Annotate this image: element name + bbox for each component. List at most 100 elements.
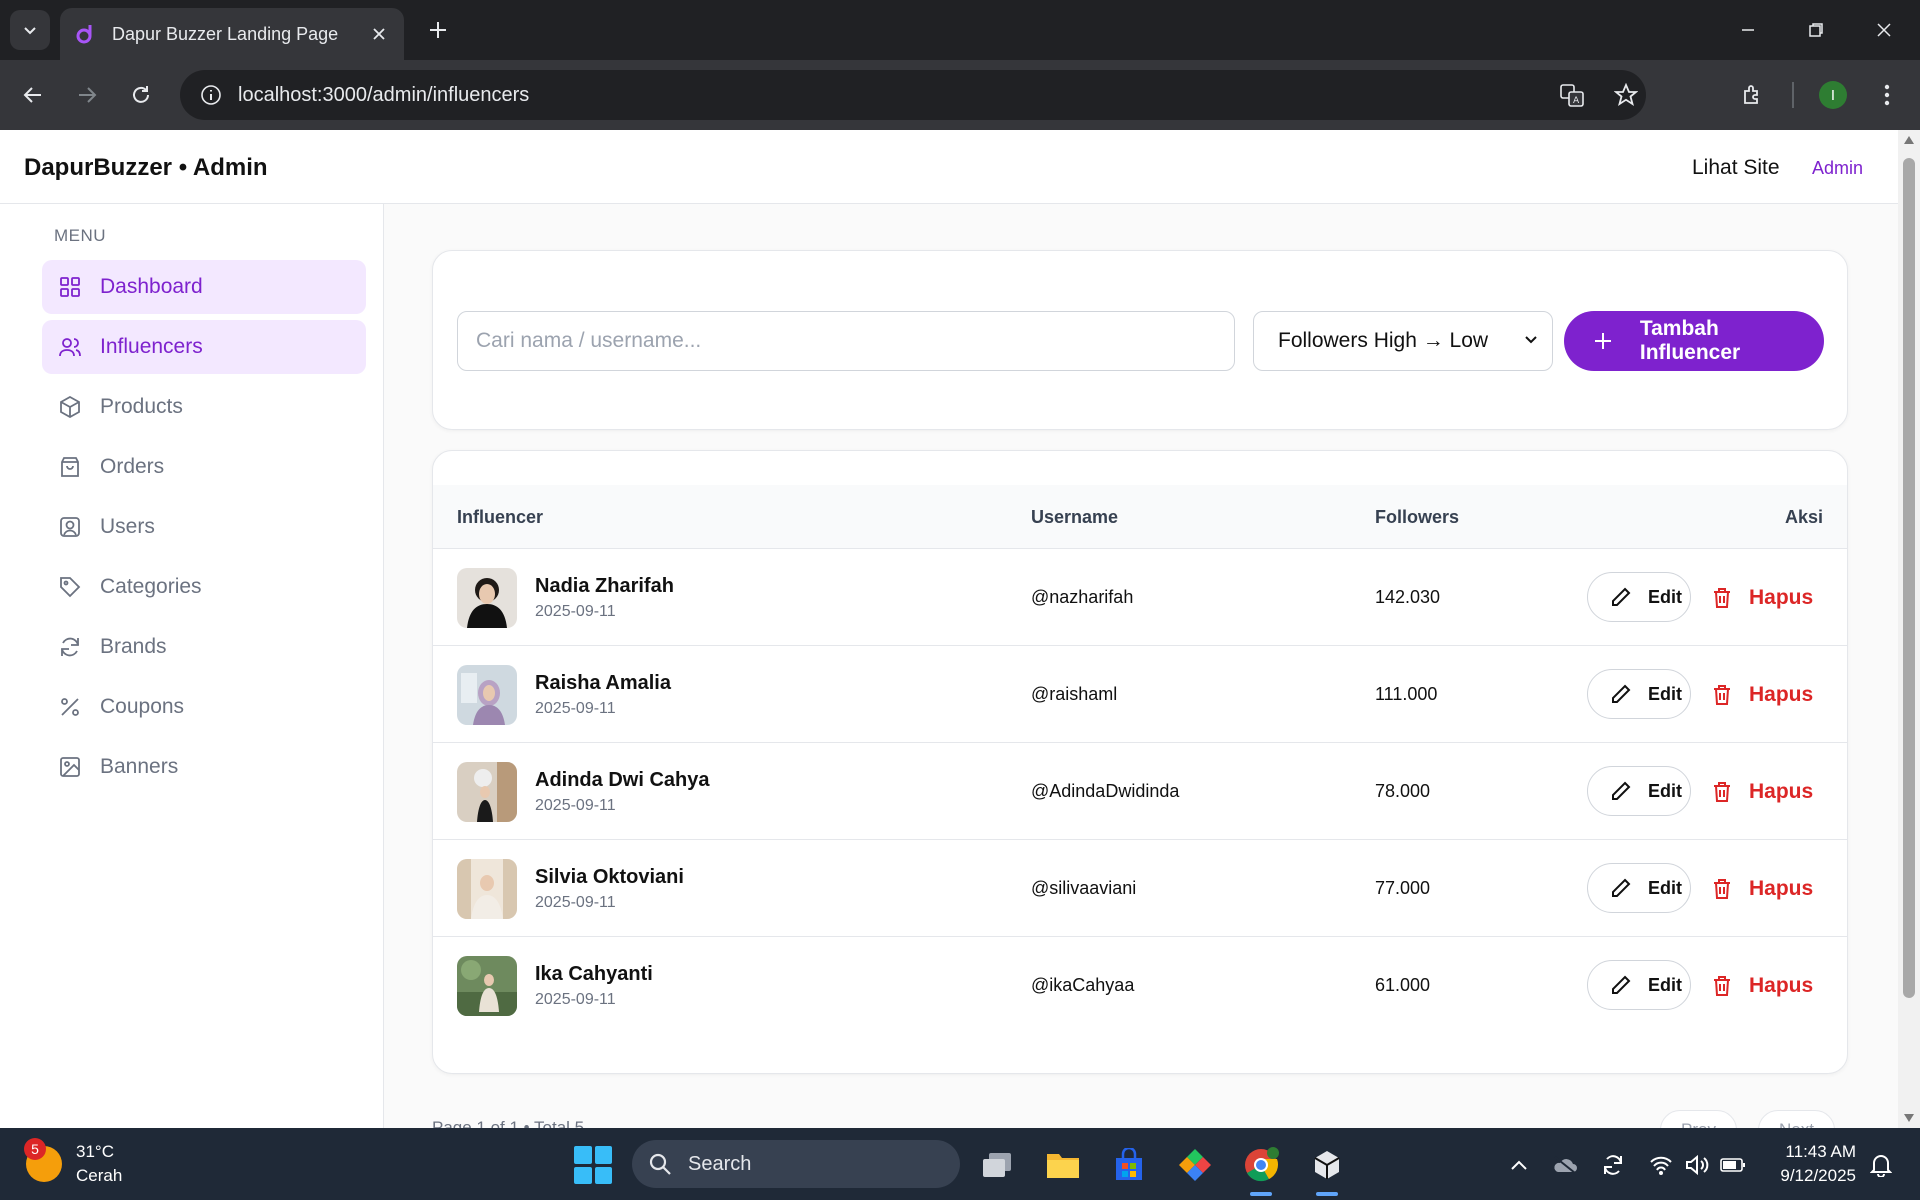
task-view-icon[interactable]: [974, 1142, 1020, 1188]
sidebar-item-influencers[interactable]: Influencers: [42, 320, 366, 374]
microsoft-store-icon[interactable]: [1106, 1142, 1152, 1188]
edit-button[interactable]: Edit: [1587, 960, 1691, 1010]
notification-bell-icon[interactable]: [1866, 1150, 1896, 1180]
influencer-username: @silivaaviani: [1031, 878, 1137, 898]
tab-search-button[interactable]: [10, 10, 50, 50]
influencer-name: Nadia Zharifah: [535, 575, 674, 597]
site-info-icon[interactable]: [186, 70, 236, 120]
sidebar-item-label: Products: [100, 395, 183, 418]
reload-icon[interactable]: [122, 76, 160, 114]
avatar: [457, 568, 517, 628]
browser-tab-active[interactable]: Dapur Buzzer Landing Page: [60, 8, 404, 60]
column-header-username: Username: [1031, 507, 1119, 527]
forward-icon[interactable]: [68, 76, 106, 114]
delete-button[interactable]: Hapus: [1711, 573, 1813, 623]
influencer-followers: 77.000: [1375, 878, 1431, 898]
sort-select[interactable]: Followers High → Low: [1253, 311, 1553, 371]
delete-button[interactable]: Hapus: [1711, 961, 1813, 1011]
prev-page-button[interactable]: Prev: [1660, 1110, 1737, 1128]
new-tab-icon[interactable]: [422, 14, 454, 46]
influencer-username: @raishaml: [1031, 684, 1118, 704]
sync-icon[interactable]: [1598, 1150, 1628, 1180]
sidebar-item-categories[interactable]: Categories: [42, 560, 366, 614]
trash-icon: [1711, 683, 1735, 707]
file-explorer-icon[interactable]: [1040, 1142, 1086, 1188]
sidebar-item-brands[interactable]: Brands: [42, 620, 366, 674]
browser-tabbar: Dapur Buzzer Landing Page: [0, 0, 1920, 60]
column-header-actions: Aksi: [1784, 507, 1823, 527]
page-scrollbar[interactable]: [1898, 130, 1920, 1128]
delete-button[interactable]: Hapus: [1711, 670, 1813, 720]
sidebar-item-users[interactable]: Users: [42, 500, 366, 554]
close-window-icon[interactable]: [1862, 10, 1906, 50]
menu-label: MENU: [54, 226, 107, 245]
profile-avatar[interactable]: I: [1814, 76, 1852, 114]
svg-text:A: A: [1573, 96, 1580, 106]
refresh-icon: [58, 635, 82, 659]
influencer-name: Ika Cahyanti: [535, 963, 653, 985]
influencer-date: 2025-09-11: [535, 797, 616, 814]
scroll-down-icon[interactable]: [1904, 1114, 1914, 1122]
weather-description: Cerah: [76, 1166, 123, 1185]
delete-button[interactable]: Hapus: [1711, 864, 1813, 914]
column-header-followers: Followers: [1375, 507, 1460, 527]
windows-taskbar: 5 31°C Cerah Search 11:43 AM 9/12/2025: [0, 1128, 1920, 1200]
close-tab-icon[interactable]: [368, 23, 390, 45]
next-page-button[interactable]: Next: [1758, 1110, 1835, 1128]
weather-widget[interactable]: 5 31°C Cerah: [24, 1138, 123, 1188]
users-icon: [58, 335, 82, 359]
admin-app: DapurBuzzer • Admin Lihat Site Admin MEN…: [0, 130, 1898, 1128]
scrollbar-thumb[interactable]: [1903, 158, 1915, 998]
cube-app-icon[interactable]: [1304, 1142, 1350, 1196]
pencil-icon: [1610, 585, 1634, 609]
back-icon[interactable]: [14, 76, 52, 114]
add-influencer-button[interactable]: Tambah Influencer: [1564, 311, 1824, 371]
windows-start-icon[interactable]: [574, 1146, 612, 1184]
extensions-icon[interactable]: [1734, 76, 1772, 114]
wifi-icon[interactable]: [1646, 1150, 1676, 1180]
plus-icon: [1590, 328, 1616, 354]
edit-button[interactable]: Edit: [1587, 669, 1691, 719]
chevron-down-icon: [24, 27, 36, 35]
admin-link[interactable]: Admin: [1812, 158, 1863, 179]
trash-icon: [1711, 780, 1735, 804]
view-site-link[interactable]: Lihat Site: [1692, 156, 1780, 180]
translate-icon[interactable]: A: [1550, 70, 1594, 120]
sidebar-item-products[interactable]: Products: [42, 380, 366, 434]
sidebar-item-dashboard[interactable]: Dashboard: [42, 260, 366, 314]
pencil-icon: [1610, 779, 1634, 803]
taskbar-search[interactable]: Search: [632, 1140, 960, 1188]
restore-icon[interactable]: [1794, 10, 1838, 50]
delete-button[interactable]: Hapus: [1711, 767, 1813, 817]
sidebar-item-label: Coupons: [100, 695, 185, 718]
bookmark-star-icon[interactable]: [1604, 70, 1648, 120]
show-hidden-icons[interactable]: [1504, 1150, 1534, 1180]
influencer-date: 2025-09-11: [535, 894, 616, 911]
avatar: [457, 859, 517, 919]
sidebar-item-banners[interactable]: Banners: [42, 740, 366, 794]
table-row: Adinda Dwi Cahya 2025-09-11 @AdindaDwidi…: [433, 743, 1847, 840]
scroll-up-icon[interactable]: [1904, 136, 1914, 144]
pencil-icon: [1610, 876, 1634, 900]
edit-button[interactable]: Edit: [1587, 863, 1691, 913]
trash-icon: [1711, 586, 1735, 610]
minimize-icon[interactable]: [1726, 10, 1770, 50]
browser-menu-icon[interactable]: [1868, 76, 1906, 114]
address-bar[interactable]: localhost:3000/admin/influencers A: [180, 70, 1646, 120]
edit-button[interactable]: Edit: [1587, 766, 1691, 816]
onedrive-offline-icon[interactable]: [1550, 1150, 1580, 1180]
chevron-down-icon: [1525, 336, 1537, 344]
sidebar-item-coupons[interactable]: Coupons: [42, 680, 366, 734]
app-launcher-icon[interactable]: [1172, 1142, 1218, 1188]
search-input[interactable]: [457, 311, 1235, 371]
sort-selected-value: Followers High → Low: [1278, 329, 1489, 352]
battery-icon[interactable]: [1718, 1150, 1748, 1180]
volume-icon[interactable]: [1682, 1150, 1712, 1180]
edit-button[interactable]: Edit: [1587, 572, 1691, 622]
influencer-table: Influencer Username Followers Aksi Nadia…: [432, 450, 1848, 1074]
influencer-name: Raisha Amalia: [535, 672, 671, 694]
sidebar-item-orders[interactable]: Orders: [42, 440, 366, 494]
sidebar-item-label: Brands: [100, 635, 167, 658]
system-clock[interactable]: 11:43 AM 9/12/2025: [1770, 1140, 1856, 1188]
chrome-icon[interactable]: [1238, 1142, 1284, 1196]
